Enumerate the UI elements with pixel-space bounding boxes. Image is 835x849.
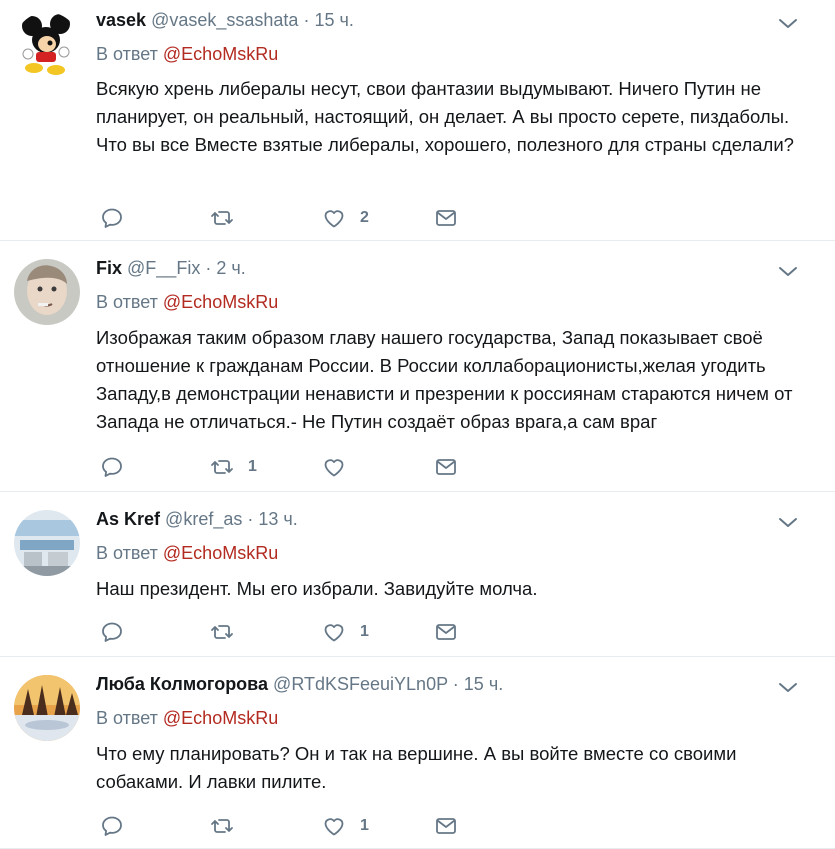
avatar[interactable] [14, 675, 80, 741]
reply-button[interactable] [100, 453, 124, 481]
separator-dot: · [205, 258, 212, 278]
reply-handle-link[interactable]: @EchoMskRu [163, 543, 278, 563]
like-button[interactable] [322, 453, 360, 481]
avatar[interactable] [14, 12, 80, 78]
reply-handle-link[interactable]: @EchoMskRu [163, 708, 278, 728]
reply-prefix: В ответ [96, 44, 158, 64]
winter-forest-avatar [14, 675, 80, 741]
retweet-button[interactable] [210, 204, 248, 232]
direct-message-button[interactable] [434, 204, 458, 232]
like-button[interactable]: 1 [322, 618, 369, 646]
timestamp[interactable]: 15 ч. [314, 10, 353, 30]
direct-message-button[interactable] [434, 812, 458, 840]
tweet-header: As Kref @kref_as · 13 ч. [96, 509, 298, 530]
retweet-count: 1 [248, 458, 257, 475]
retweet-icon [211, 460, 233, 474]
chevron-down-icon[interactable] [777, 260, 799, 282]
reply-button[interactable] [100, 204, 124, 232]
like-count: 2 [360, 209, 369, 226]
envelope-icon [436, 624, 456, 640]
tweet-header: Люба Колмогорова @RTdKSFeeuiYLn0P · 15 ч… [96, 674, 503, 695]
chevron-down-icon[interactable] [777, 511, 799, 533]
retweet-button[interactable] [210, 812, 248, 840]
reply-icon [102, 208, 122, 228]
retweet-button[interactable] [210, 618, 248, 646]
like-button[interactable]: 1 [322, 812, 369, 840]
heart-icon [324, 459, 344, 477]
author-name[interactable]: vasek [96, 10, 146, 30]
heart-icon [324, 210, 344, 228]
reply-prefix: В ответ [96, 708, 158, 728]
reply-context: В ответ @EchoMskRu [96, 44, 278, 65]
author-name[interactable]: As Kref [96, 509, 160, 529]
author-handle[interactable]: @kref_as [165, 509, 242, 529]
author-handle[interactable]: @RTdKSFeeuiYLn0P [273, 674, 448, 694]
envelope-icon [436, 210, 456, 226]
like-count: 1 [360, 623, 369, 640]
chevron-down-icon[interactable] [777, 12, 799, 34]
separator-dot: · [452, 674, 459, 694]
reply-handle-link[interactable]: @EchoMskRu [163, 292, 278, 312]
tweet-text: Наш президент. Мы его избрали. Завидуйте… [96, 578, 538, 599]
separator-dot: · [247, 509, 254, 529]
retweet-icon [211, 819, 233, 833]
author-handle[interactable]: @F__Fix [127, 258, 200, 278]
tweet: vasek @vasek_ssashata · 15 ч. В ответ @E… [0, 0, 835, 241]
author-name[interactable]: Люба Колмогорова [96, 674, 268, 694]
reply-prefix: В ответ [96, 292, 158, 312]
chevron-down-icon[interactable] [777, 676, 799, 698]
tweet: Люба Колмогорова @RTdKSFeeuiYLn0P · 15 ч… [0, 657, 835, 849]
avatar[interactable] [14, 259, 80, 325]
timestamp[interactable]: 13 ч. [258, 509, 297, 529]
tweet-text: Всякую хрень либералы несут, свои фантаз… [96, 78, 794, 155]
envelope-icon [436, 459, 456, 475]
reply-icon [102, 457, 122, 477]
direct-message-button[interactable] [434, 453, 458, 481]
retweet-button[interactable]: 1 [210, 453, 257, 481]
interior-photo-avatar [14, 510, 80, 576]
heart-icon [324, 624, 344, 642]
reply-context: В ответ @EchoMskRu [96, 708, 278, 729]
retweet-icon [211, 211, 233, 225]
like-button[interactable]: 2 [322, 204, 369, 232]
author-name[interactable]: Fix [96, 258, 122, 278]
reply-context: В ответ @EchoMskRu [96, 543, 278, 564]
author-handle[interactable]: @vasek_ssashata [151, 10, 298, 30]
reply-icon [102, 816, 122, 836]
tweet-text: Что ему планировать? Он и так на вершине… [96, 743, 737, 792]
mickey-mouse-avatar [14, 12, 80, 78]
reply-button[interactable] [100, 812, 124, 840]
tweet: As Kref @kref_as · 13 ч. В ответ @EchoMs… [0, 492, 835, 657]
tweet-header: vasek @vasek_ssashata · 15 ч. [96, 10, 354, 31]
reply-icon [102, 622, 122, 642]
heart-icon [324, 818, 344, 836]
tweet: Fix @F__Fix · 2 ч. В ответ @EchoMskRu Из… [0, 241, 835, 492]
envelope-icon [436, 818, 456, 834]
avatar[interactable] [14, 510, 80, 576]
tweet-text: Изображая таким образом главу нашего гос… [96, 327, 793, 432]
retweet-icon [211, 625, 233, 639]
child-photo-avatar [14, 259, 80, 325]
tweet-header: Fix @F__Fix · 2 ч. [96, 258, 246, 279]
direct-message-button[interactable] [434, 618, 458, 646]
reply-context: В ответ @EchoMskRu [96, 292, 278, 313]
separator-dot: · [303, 10, 310, 30]
reply-prefix: В ответ [96, 543, 158, 563]
reply-handle-link[interactable]: @EchoMskRu [163, 44, 278, 64]
reply-button[interactable] [100, 618, 124, 646]
timestamp[interactable]: 2 ч. [216, 258, 245, 278]
like-count: 1 [360, 817, 369, 834]
timestamp[interactable]: 15 ч. [464, 674, 503, 694]
